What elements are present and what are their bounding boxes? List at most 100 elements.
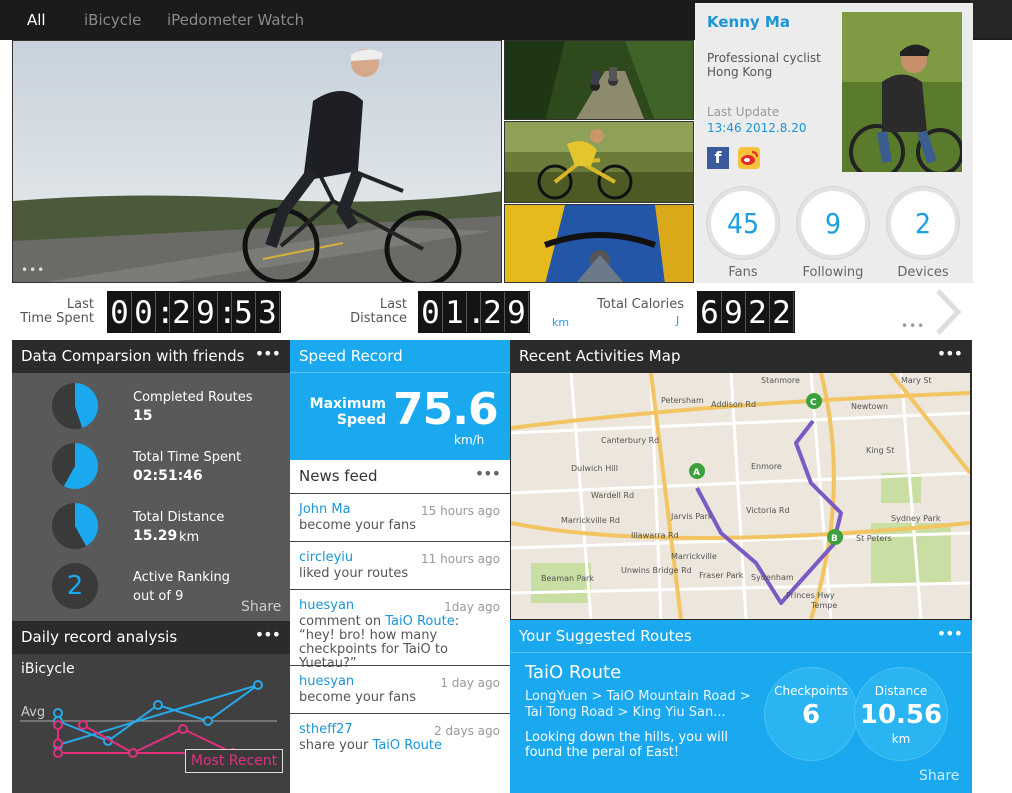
counter-digit: 6	[698, 292, 722, 332]
news-text-suffix: :	[454, 614, 460, 629]
facebook-icon[interactable]: f	[707, 147, 729, 169]
route-link[interactable]: TaiO Route	[385, 614, 454, 629]
counter-digit: 9	[505, 292, 529, 332]
more-dots-icon[interactable]: •••	[937, 344, 963, 363]
profile-name[interactable]: Kenny Ma	[707, 13, 790, 31]
map-label: Tempe	[810, 601, 837, 610]
checkpoints-circle: Checkpoints 6	[765, 668, 857, 760]
total-distance-label: Total Distance	[133, 510, 225, 525]
map-label: Illawarra Rd	[631, 531, 679, 540]
tab-ipedometer-watch[interactable]: iPedometer Watch	[167, 11, 304, 29]
following-count-circle[interactable]: 9	[797, 187, 869, 259]
calories-counter: 6922	[697, 291, 795, 333]
distance-label-2: Distance	[350, 311, 407, 326]
daily-blue-point[interactable]	[153, 700, 163, 710]
news-text-prefix: share your	[299, 738, 373, 753]
fans-label: Fans	[728, 265, 758, 280]
completed-routes-value: 15	[133, 408, 153, 424]
data-comparison-title: Data Comparsion with friends	[21, 347, 245, 365]
counter-digit: .	[467, 292, 486, 332]
more-dots-icon[interactable]: •••	[21, 263, 45, 277]
daily-pink-point[interactable]	[78, 720, 88, 730]
forest-riders-photo[interactable]	[504, 40, 694, 120]
main-cycling-photo[interactable]: •••	[12, 40, 502, 283]
counter-digit: 9	[194, 292, 218, 332]
route-link[interactable]: TaiO Route	[373, 738, 442, 753]
route-distance-unit: km	[891, 732, 911, 746]
tab-all[interactable]: All	[27, 11, 46, 29]
news-item[interactable]: John Ma 15 hours ago become your fans	[290, 493, 510, 541]
map-label: Stanmore	[761, 376, 800, 385]
total-distance-unit: km	[179, 530, 200, 545]
map-view[interactable]: A B C Petersham Stanmore Newtown Dulwich Hi…	[511, 373, 970, 619]
daily-record-panel: Daily record analysis ••• iBicycle Avg M…	[12, 621, 290, 793]
most-recent-legend[interactable]: Most Recent	[185, 749, 283, 773]
route-description: Looking down the hills, you will found t…	[525, 730, 728, 760]
speed-record-panel: Speed Record Maximum Speed 75.6 km/h	[290, 340, 510, 460]
counter-digit: 2	[746, 292, 770, 332]
data-comparison-panel: Data Comparsion with friends ••• Complet…	[12, 340, 290, 621]
news-text: comment on TaiO Route:	[299, 615, 501, 629]
share-button[interactable]: Share	[241, 599, 281, 615]
checkpoints-label: Checkpoints	[774, 684, 848, 698]
counter-digit: 3	[256, 292, 280, 332]
news-text: share your TaiO Route	[299, 739, 501, 753]
fans-count-circle[interactable]: 45	[707, 187, 779, 259]
daily-record-header: Daily record analysis •••	[12, 621, 290, 654]
daily-blue-point[interactable]	[203, 716, 213, 726]
map-label: Dulwich Hill	[571, 464, 618, 473]
handlebar-photo[interactable]	[504, 204, 694, 283]
counter-digit: 2	[170, 292, 194, 332]
news-item[interactable]: stheff27 2 days ago share your TaiO Rout…	[290, 713, 510, 793]
daily-pink-point[interactable]	[53, 748, 63, 758]
avatar[interactable]	[842, 12, 962, 172]
max-speed-unit: km/h	[454, 433, 485, 447]
news-feed-panel: News feed ••• John Ma 15 hours ago becom…	[290, 460, 510, 793]
news-feed-header: News feed •••	[290, 460, 510, 493]
more-dots-icon[interactable]: •••	[937, 624, 963, 643]
news-text: become your fans	[299, 518, 417, 533]
devices-label: Devices	[897, 265, 949, 280]
tab-ibicycle[interactable]: iBicycle	[84, 11, 141, 29]
svg-text:A: A	[693, 468, 700, 478]
fans-count: 45	[726, 207, 760, 240]
top-bar-edge	[970, 0, 1012, 38]
daily-blue-point[interactable]	[53, 708, 63, 718]
daily-pink-point[interactable]	[178, 724, 188, 734]
news-text-prefix: comment on	[299, 614, 386, 629]
more-dots-icon[interactable]: •••	[255, 344, 281, 363]
max-speed-label: Maximum Speed	[304, 396, 386, 428]
weibo-icon[interactable]	[738, 147, 760, 169]
daily-pink-point[interactable]	[53, 738, 63, 749]
more-dots-icon[interactable]: •••	[901, 319, 925, 333]
news-item[interactable]: huesyan 1day ago comment on TaiO Route: …	[290, 589, 510, 671]
distance-unit: km	[552, 316, 570, 329]
max-speed-value: 75.6	[393, 384, 499, 435]
next-arrow-icon[interactable]	[932, 289, 962, 335]
counter-digit: 9	[722, 292, 746, 332]
calories-unit: J	[676, 314, 680, 327]
map-label: Canterbury Rd	[601, 436, 659, 445]
ranking-sub: out of 9	[133, 589, 184, 604]
counter-digit: 1	[443, 292, 467, 332]
news-item[interactable]: circleyiu 11 hours ago liked your routes	[290, 541, 510, 589]
distance-circle: Distance 10.56 km	[855, 668, 947, 760]
news-item[interactable]: huesyan 1 day ago become your fans	[290, 665, 510, 713]
map-label: Sydenham	[751, 573, 794, 582]
share-button[interactable]: Share	[919, 768, 959, 784]
devices-count-circle[interactable]: 2	[887, 187, 959, 259]
daily-pink-point[interactable]	[128, 748, 138, 758]
following-count: 9	[824, 207, 842, 240]
svg-text:B: B	[831, 534, 838, 544]
activities-map-header: Recent Activities Map •••	[510, 340, 972, 373]
daily-blue-point[interactable]	[253, 680, 263, 690]
route-name[interactable]: TaiO Route	[525, 662, 621, 683]
more-dots-icon[interactable]: •••	[475, 464, 501, 483]
yellow-bike-photo[interactable]	[504, 121, 694, 203]
counter-digit: 0	[419, 292, 443, 332]
daily-pink-point[interactable]	[53, 720, 63, 730]
suggested-routes-panel: Your Suggested Routes ••• TaiO Route Lon…	[510, 620, 972, 793]
map-label: Petersham	[661, 396, 704, 405]
more-dots-icon[interactable]: •••	[255, 625, 281, 644]
activities-map-panel: Recent Activities Map ••• A B C Petersha…	[510, 340, 972, 620]
